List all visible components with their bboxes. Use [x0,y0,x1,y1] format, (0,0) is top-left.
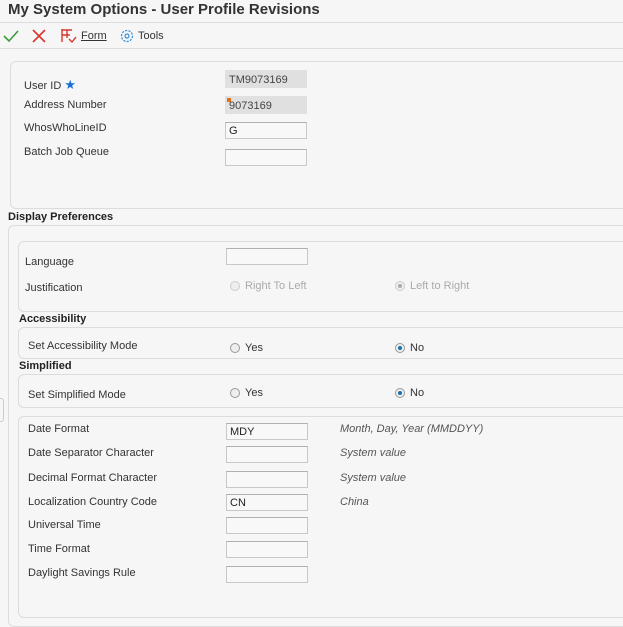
format-input[interactable] [226,566,308,583]
form-icon [61,29,77,44]
accessibility-no-radio[interactable]: No [395,342,424,354]
cancel-button[interactable] [31,25,47,47]
format-label: Universal Time [28,519,101,531]
format-description: China [340,496,369,508]
language-input[interactable] [226,248,308,265]
general-panel [10,61,623,209]
radio-selected-icon [395,281,405,291]
divider [0,22,623,23]
format-input[interactable]: MDY [226,423,308,440]
tools-menu-button[interactable]: Tools [119,25,164,47]
toolbar: Form Tools [0,25,623,47]
collapse-handle[interactable] [0,398,4,422]
simplified-yes-radio[interactable]: Yes [230,387,263,399]
justification-label: Justification [25,282,83,294]
justification-left-to-right-radio: Left to Right [395,280,469,292]
form-label: Form [81,30,107,42]
format-input[interactable] [226,517,308,534]
ok-button[interactable] [3,25,19,47]
user-id-field: TM9073169 [225,70,307,88]
display-preferences-heading: Display Preferences [8,211,114,223]
user-id-label: User ID ★ [24,77,76,92]
format-input[interactable] [226,446,308,463]
radio-icon [230,388,240,398]
address-number-field: 9073169 [225,96,307,114]
language-label: Language [25,256,74,268]
format-label: Date Format [28,423,90,435]
accessibility-heading: Accessibility [19,313,87,325]
format-input[interactable]: CN [226,494,308,511]
gear-icon [120,29,134,43]
format-label: Daylight Savings Rule [28,567,136,579]
whoswho-label: WhosWhoLineID [24,122,107,134]
simplified-mode-label: Set Simplified Mode [28,389,126,401]
radio-icon [230,343,240,353]
address-number-label: Address Number [24,99,107,111]
format-label: Localization Country Code [28,496,158,508]
format-label: Time Format [28,543,90,555]
modified-marker-icon [227,98,231,102]
language-panel [18,241,623,312]
x-icon [32,29,46,43]
accessibility-mode-label: Set Accessibility Mode [28,340,138,352]
divider [0,48,623,49]
simplified-heading: Simplified [19,360,72,372]
format-description: Month, Day, Year (MMDDYY) [340,423,484,435]
whoswho-line-id-input[interactable]: G [225,122,307,139]
simplified-no-radio[interactable]: No [395,387,424,399]
batch-queue-label: Batch Job Queue [24,146,110,158]
justification-right-to-left-radio: Right To Left [230,280,307,292]
format-input[interactable] [226,471,308,488]
page-title: My System Options - User Profile Revisio… [8,1,320,18]
format-description: System value [340,472,407,484]
form-menu-button[interactable]: Form [60,25,107,47]
format-label: Decimal Format Character [28,472,157,484]
radio-selected-icon [395,388,405,398]
format-description: System value [340,447,407,459]
required-star-icon: ★ [64,77,76,92]
tools-label: Tools [138,30,164,42]
batch-queue-input[interactable] [225,149,307,166]
accessibility-yes-radio[interactable]: Yes [230,342,263,354]
checkmark-icon [3,30,19,43]
format-input[interactable] [226,541,308,558]
radio-icon [230,281,240,291]
radio-selected-icon [395,343,405,353]
format-label: Date Separator Character [28,447,154,459]
